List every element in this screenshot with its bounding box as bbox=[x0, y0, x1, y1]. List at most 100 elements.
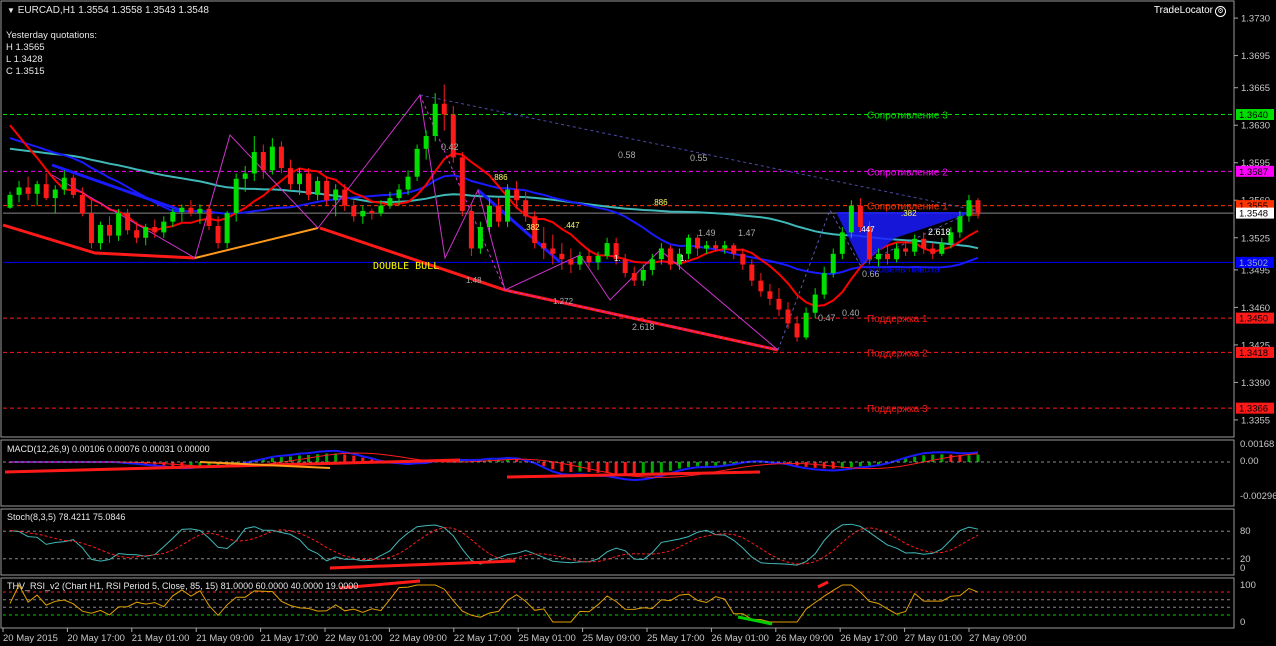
chart-annotation: 0.47 bbox=[818, 313, 836, 323]
candle-body bbox=[25, 187, 31, 194]
tradelocator-icon[interactable]: ⚙ bbox=[1215, 6, 1226, 17]
macd-histogram-bar bbox=[297, 455, 301, 462]
chart-annotation: .447 bbox=[564, 221, 580, 230]
candle-body bbox=[658, 248, 664, 260]
candle-body bbox=[523, 200, 529, 217]
macd-histogram-bar bbox=[343, 454, 347, 462]
price-chart[interactable]: Сопротивление 3Сопротивление 2Сопротивле… bbox=[0, 0, 1276, 646]
candle-body bbox=[695, 237, 701, 249]
candle-body bbox=[269, 146, 275, 171]
level-label: Поддержка 1 bbox=[867, 314, 928, 325]
time-tick-label: 22 May 09:00 bbox=[389, 633, 447, 644]
candle-body bbox=[224, 213, 230, 244]
chart-annotation: .382 bbox=[524, 223, 540, 232]
time-tick-label: 21 May 09:00 bbox=[196, 633, 254, 644]
macd-histogram-bar bbox=[705, 462, 709, 466]
macd-histogram-bar bbox=[687, 462, 691, 468]
candle-body bbox=[79, 194, 85, 214]
candle-body bbox=[550, 248, 556, 254]
candle-body bbox=[812, 294, 818, 313]
harmonic-pattern bbox=[51, 93, 779, 351]
candle-body bbox=[43, 184, 49, 199]
candle-body bbox=[34, 184, 40, 194]
macd-tick-label: -0.00296 bbox=[1240, 491, 1276, 502]
candle-body bbox=[559, 253, 565, 260]
candle-body bbox=[857, 205, 863, 228]
candle-body bbox=[785, 309, 791, 324]
candle-body bbox=[206, 208, 212, 226]
macd-histogram-bar bbox=[804, 462, 808, 467]
candle-body bbox=[604, 243, 610, 256]
candle-body bbox=[731, 245, 737, 254]
macd-histogram-bar bbox=[922, 455, 926, 462]
candle-body bbox=[324, 180, 330, 201]
macd-histogram-bar bbox=[967, 455, 971, 462]
stoch-tick-label: 0 bbox=[1240, 563, 1245, 574]
chart-annotation: DOUBLE BULL bbox=[373, 261, 439, 272]
price-flag-label: 1.3640 bbox=[1239, 110, 1268, 121]
price-tick-label: 1.3630 bbox=[1241, 121, 1270, 132]
level-label: Сопротивление 2 bbox=[867, 167, 948, 178]
candle-body bbox=[152, 227, 158, 233]
price-flag-label: 1.3450 bbox=[1239, 314, 1268, 325]
chart-annotation: 2.618 bbox=[632, 322, 655, 332]
chart-annotation: 0.40 bbox=[842, 308, 860, 318]
level-label: Поддержка 2 bbox=[867, 348, 928, 359]
yesterday-close: C 1.3515 bbox=[6, 66, 45, 77]
tradelocator-text: TradeLocator bbox=[1153, 5, 1213, 16]
candle-body bbox=[423, 135, 429, 149]
candle-body bbox=[930, 248, 936, 254]
candle-body bbox=[496, 205, 502, 222]
chart-annotation: 1.48 bbox=[466, 276, 482, 285]
chart-annotation: .382 bbox=[901, 209, 917, 218]
candle-body bbox=[505, 189, 511, 222]
level-label: Сопротивление 3 bbox=[867, 111, 948, 122]
candle-body bbox=[333, 189, 339, 201]
candle-body bbox=[722, 245, 728, 249]
yesterday-high: H 1.3565 bbox=[6, 42, 45, 53]
candle-body bbox=[197, 208, 203, 214]
chart-annotation: 1.272 bbox=[553, 297, 574, 306]
candle-body bbox=[188, 207, 194, 214]
candle-body bbox=[360, 210, 366, 217]
candle-body bbox=[170, 212, 176, 222]
macd-histogram-bar bbox=[352, 455, 356, 462]
candle-body bbox=[767, 291, 773, 299]
symbol-header: ▼ EURCAD,H1 1.3554 1.3558 1.3543 1.3548 bbox=[7, 5, 209, 16]
macd-histogram-bar bbox=[867, 462, 871, 466]
symbol-quote: EURCAD,H1 1.3554 1.3558 1.3543 1.3548 bbox=[17, 5, 209, 16]
macd-histogram-bar bbox=[551, 462, 555, 470]
macd-histogram-bar bbox=[958, 455, 962, 462]
price-tick-label: 1.3355 bbox=[1241, 415, 1270, 426]
chart-annotation: .886 bbox=[652, 198, 668, 207]
candle-body bbox=[52, 189, 58, 199]
candle-body bbox=[595, 255, 601, 263]
candle-body bbox=[486, 205, 492, 228]
price-flag-label: 1.3366 bbox=[1239, 404, 1268, 415]
candle-body bbox=[821, 273, 827, 295]
time-tick-label: 20 May 17:00 bbox=[67, 633, 125, 644]
rsi-oversold-mark bbox=[737, 615, 773, 626]
candle-body bbox=[830, 253, 836, 274]
candle-body bbox=[577, 255, 583, 265]
chart-annotation: 1. bbox=[614, 254, 621, 263]
dropdown-icon[interactable]: ▼ bbox=[7, 6, 15, 15]
candle-body bbox=[622, 259, 628, 274]
chart-annotation: 0.55 bbox=[690, 153, 708, 163]
tradelocator-label[interactable]: TradeLocator ⚙ bbox=[1154, 5, 1226, 17]
candle-body bbox=[315, 180, 321, 195]
candle-body bbox=[116, 213, 122, 236]
macd-histogram-bar bbox=[587, 462, 591, 472]
macd-histogram-bar bbox=[668, 462, 672, 471]
candle-body bbox=[432, 103, 438, 136]
macd-label: MACD(12,26,9) 0.00106 0.00076 0.00031 0.… bbox=[7, 444, 210, 454]
ma-red-line bbox=[9, 124, 979, 308]
candle-body bbox=[966, 200, 972, 217]
candle-body bbox=[7, 194, 13, 208]
candle-body bbox=[912, 238, 918, 252]
candle-body bbox=[459, 157, 465, 211]
stoch-label: Stoch(8,3,5) 78.4211 75.0846 bbox=[7, 512, 126, 522]
chart-annotation: 1. bbox=[680, 254, 687, 263]
time-tick-label: 25 May 01:00 bbox=[518, 633, 576, 644]
price-tick-label: 1.3665 bbox=[1241, 83, 1270, 94]
